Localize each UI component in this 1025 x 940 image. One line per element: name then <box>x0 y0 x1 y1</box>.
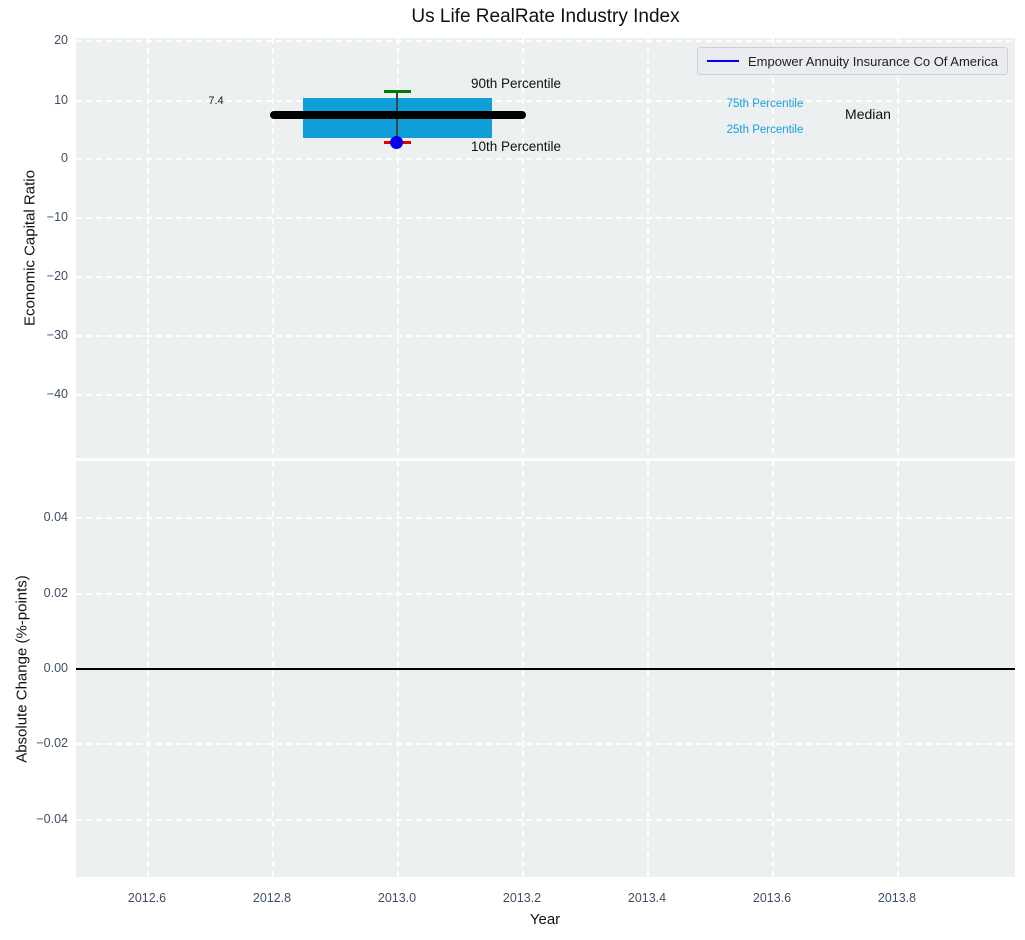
gridline <box>76 517 1015 519</box>
p25-annotation: 25th Percentile <box>726 124 804 136</box>
zero-reference-line <box>76 668 1015 670</box>
gridline <box>147 38 149 458</box>
gridline <box>76 819 1015 821</box>
ytick-label: −40 <box>46 387 68 401</box>
ytick-label: −0.02 <box>36 736 68 750</box>
gridline <box>76 276 1015 278</box>
gridline <box>647 38 649 458</box>
bottom-plot-area <box>76 461 1015 877</box>
median-line <box>270 111 526 119</box>
gridline <box>76 593 1015 595</box>
gridline <box>76 217 1015 219</box>
gridline <box>522 38 524 458</box>
ytick-label: 0.00 <box>43 661 68 675</box>
legend-line-swatch <box>706 59 739 63</box>
xtick-label: 2012.8 <box>252 891 292 905</box>
ytick-label: −0.04 <box>36 812 68 826</box>
top-y-axis-label: Economic Capital Ratio <box>21 170 39 326</box>
xtick-label: 2013.0 <box>377 891 417 905</box>
company-point-marker <box>390 136 403 149</box>
ytick-label: 0.04 <box>43 510 68 524</box>
bottom-y-axis-label: Absolute Change (%-points) <box>13 575 31 763</box>
ytick-label: 0.02 <box>43 586 68 600</box>
gridline <box>76 335 1015 337</box>
xtick-label: 2012.6 <box>127 891 167 905</box>
gridline <box>76 394 1015 396</box>
median-value-annotation: 7.4 <box>208 95 224 107</box>
xtick-label: 2013.6 <box>752 891 792 905</box>
ytick-label: 10 <box>54 93 68 107</box>
ytick-label: 0 <box>61 151 68 165</box>
xtick-label: 2013.2 <box>502 891 542 905</box>
ytick-label: 20 <box>54 33 68 47</box>
gridline <box>897 38 899 458</box>
legend: Empower Annuity Insurance Co Of America <box>696 47 1008 75</box>
x-axis-label: Year <box>529 911 561 928</box>
xtick-label: 2013.8 <box>877 891 917 905</box>
gridline <box>272 38 274 458</box>
top-plot-area: 7.4 90th Percentile 10th Percentile 75th… <box>76 38 1015 458</box>
gridline <box>76 743 1015 745</box>
xtick-label: 2013.4 <box>627 891 667 905</box>
gridline <box>76 40 1015 42</box>
gridline <box>76 158 1015 160</box>
legend-entry-label: Empower Annuity Insurance Co Of America <box>747 53 998 69</box>
chart-title: Us Life RealRate Industry Index <box>411 6 680 27</box>
median-annotation: Median <box>845 106 891 122</box>
p90-whisker-cap <box>384 90 411 93</box>
p90-annotation: 90th Percentile <box>470 76 562 91</box>
p10-annotation: 10th Percentile <box>470 139 562 154</box>
figure: Us Life RealRate Industry Index 7.4 90th… <box>0 0 1025 940</box>
ytick-label: −30 <box>46 328 68 342</box>
